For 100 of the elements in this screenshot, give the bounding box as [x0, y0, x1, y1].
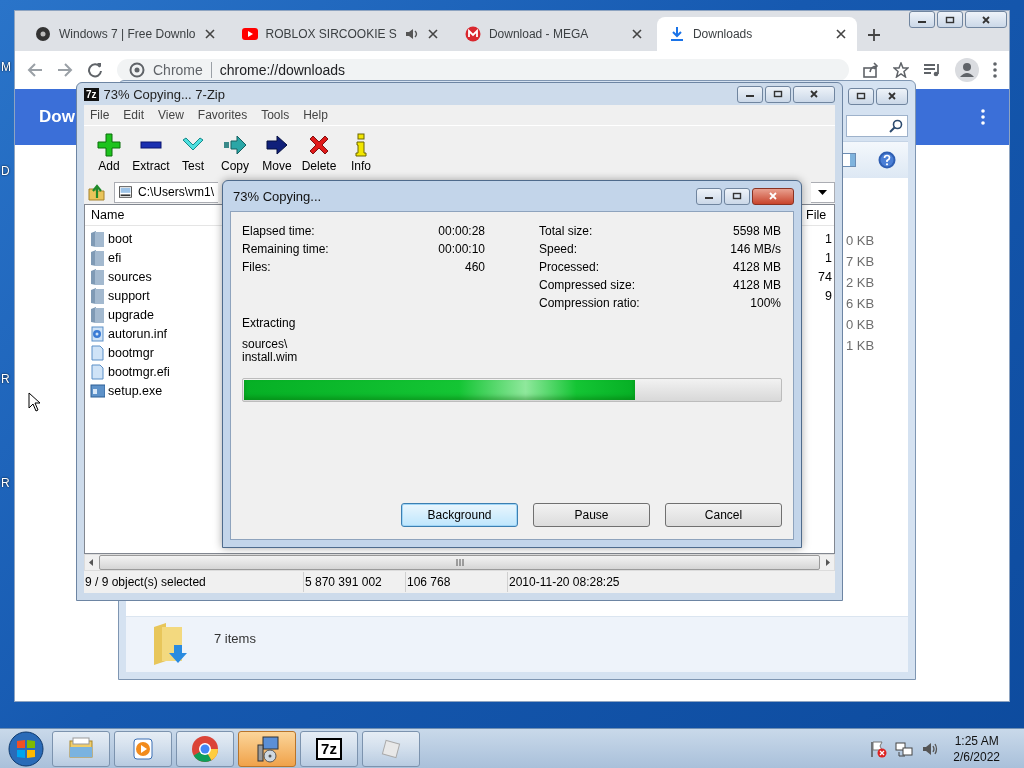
menu-icon[interactable]	[993, 62, 997, 78]
gear-file-icon	[90, 325, 105, 342]
help-icon[interactable]	[878, 151, 896, 169]
menu-item[interactable]: Favorites	[197, 108, 248, 122]
toolbar-button[interactable]: Copy	[214, 133, 256, 173]
menu-item[interactable]: Help	[303, 108, 328, 122]
menu-item[interactable]: Edit	[123, 108, 145, 122]
folder-up-icon[interactable]	[88, 183, 106, 201]
stat-value: 5598 MB	[731, 224, 781, 238]
column-header[interactable]: Name	[85, 208, 125, 222]
taskbar-button[interactable]	[176, 730, 234, 767]
toolbar-button[interactable]: Add	[88, 133, 130, 173]
menu-item[interactable]: Tools	[261, 108, 290, 122]
column-header[interactable]: File	[806, 208, 834, 222]
path-field[interactable]: C:\Users\vm1\	[114, 181, 218, 203]
toolbar-button[interactable]: Test	[172, 133, 214, 173]
taskbar-button[interactable]: 7z	[300, 730, 358, 767]
network-icon[interactable]	[895, 739, 914, 758]
flag-alert-icon[interactable]	[869, 739, 888, 758]
taskbar-button[interactable]	[362, 730, 420, 767]
file-icon	[90, 363, 105, 380]
browser-tab[interactable]: Windows 7 | Free Downlo	[23, 17, 226, 51]
playlist-icon[interactable]	[923, 62, 941, 78]
file-name[interactable]: bootmgr.efi	[108, 364, 170, 379]
maximize-icon	[732, 192, 742, 200]
clock[interactable]: 1:25 AM 2/6/2022	[953, 732, 1000, 765]
stat-value: 00:00:28	[438, 224, 485, 238]
search-field[interactable]	[846, 115, 908, 137]
folder-icon	[90, 287, 105, 304]
close-button[interactable]	[876, 87, 908, 105]
taskbar-button[interactable]	[238, 730, 296, 767]
star-icon[interactable]	[893, 62, 909, 78]
browser-tab[interactable]: Download - MEGA	[452, 17, 653, 51]
toolbar-button[interactable]: Delete	[298, 133, 340, 173]
dialog-button[interactable]: Cancel	[665, 503, 782, 527]
maximize-button[interactable]	[848, 87, 874, 105]
maximize-button[interactable]	[724, 187, 750, 205]
menu-icon[interactable]	[981, 109, 985, 125]
menu-item[interactable]: View	[158, 108, 184, 122]
plus-icon[interactable]	[866, 28, 881, 42]
toolbar-button[interactable]: Move	[256, 133, 298, 173]
close-icon[interactable]	[203, 28, 216, 40]
file-name[interactable]: setup.exe	[108, 383, 163, 398]
reload-icon[interactable]	[87, 62, 103, 78]
browser-tab[interactable]: ROBLOX SIRCOOKIE S	[229, 17, 449, 51]
file-name[interactable]: efi	[108, 250, 122, 265]
file-name[interactable]: upgrade	[108, 307, 154, 322]
window-title: 73% Copying... 7-Zip	[103, 86, 226, 102]
stat-label: Total size:	[539, 224, 594, 238]
file-size-text: 0 KB	[846, 232, 876, 250]
maximize-icon	[945, 15, 955, 24]
dialog-button[interactable]: Pause	[533, 503, 650, 527]
taskbar-button[interactable]	[114, 730, 172, 767]
start-button-icon[interactable]	[6, 730, 46, 767]
close-icon[interactable]	[426, 28, 439, 40]
file-name[interactable]: support	[108, 288, 150, 303]
maximize-button[interactable]	[937, 11, 963, 28]
close-button[interactable]	[752, 187, 794, 205]
address-bar[interactable]: Chrome chrome://downloads	[117, 59, 849, 81]
close-icon[interactable]	[834, 28, 847, 40]
toolbar-button[interactable]: Info	[340, 133, 382, 173]
share-icon[interactable]	[863, 62, 879, 78]
toolbar-button[interactable]: Extract	[130, 133, 172, 173]
minimize-button[interactable]	[737, 85, 763, 103]
file-name[interactable]: bootmgr	[108, 345, 154, 360]
back-arrow-icon[interactable]	[27, 62, 43, 78]
download-icon	[668, 26, 685, 42]
profile-avatar-icon[interactable]	[955, 58, 979, 82]
forward-arrow-icon[interactable]	[57, 62, 73, 78]
close-button[interactable]	[793, 85, 835, 103]
dialog-button[interactable]: Background	[401, 503, 518, 527]
close-icon	[981, 15, 991, 24]
maximize-icon	[773, 90, 783, 98]
dropdown-button[interactable]	[811, 181, 835, 203]
close-button[interactable]	[965, 11, 1007, 28]
folder-icon	[90, 230, 105, 247]
file-name[interactable]: autorun.inf	[108, 326, 168, 341]
action-text: Extracting	[242, 316, 296, 330]
circle-logo-icon	[464, 26, 481, 42]
maximize-button[interactable]	[765, 85, 791, 103]
stat-value: 00:00:10	[438, 242, 485, 256]
file-name[interactable]: sources	[108, 269, 152, 284]
browser-tab[interactable]: Downloads	[656, 17, 857, 51]
file-name[interactable]: boot	[108, 231, 133, 246]
folder-icon	[90, 268, 105, 285]
minimize-button[interactable]	[696, 187, 722, 205]
menu-item[interactable]: File	[90, 108, 110, 122]
desktop-icon-label[interactable]: R	[1, 372, 10, 386]
stat-label: Processed:	[539, 260, 601, 274]
desktop-icon-label[interactable]: D	[1, 164, 10, 178]
horizontal-scrollbar[interactable]	[84, 554, 835, 571]
stat-label: Speed:	[539, 242, 579, 256]
desktop-icon-label[interactable]: M	[1, 60, 11, 74]
minimize-button[interactable]	[909, 11, 935, 28]
taskbar-button[interactable]	[52, 730, 110, 767]
desktop-icon-label[interactable]: R	[1, 476, 10, 490]
close-icon	[768, 192, 778, 200]
close-icon[interactable]	[630, 28, 643, 40]
stat-label: Compression ratio:	[539, 296, 641, 310]
table-cell-text: 9	[824, 288, 833, 303]
